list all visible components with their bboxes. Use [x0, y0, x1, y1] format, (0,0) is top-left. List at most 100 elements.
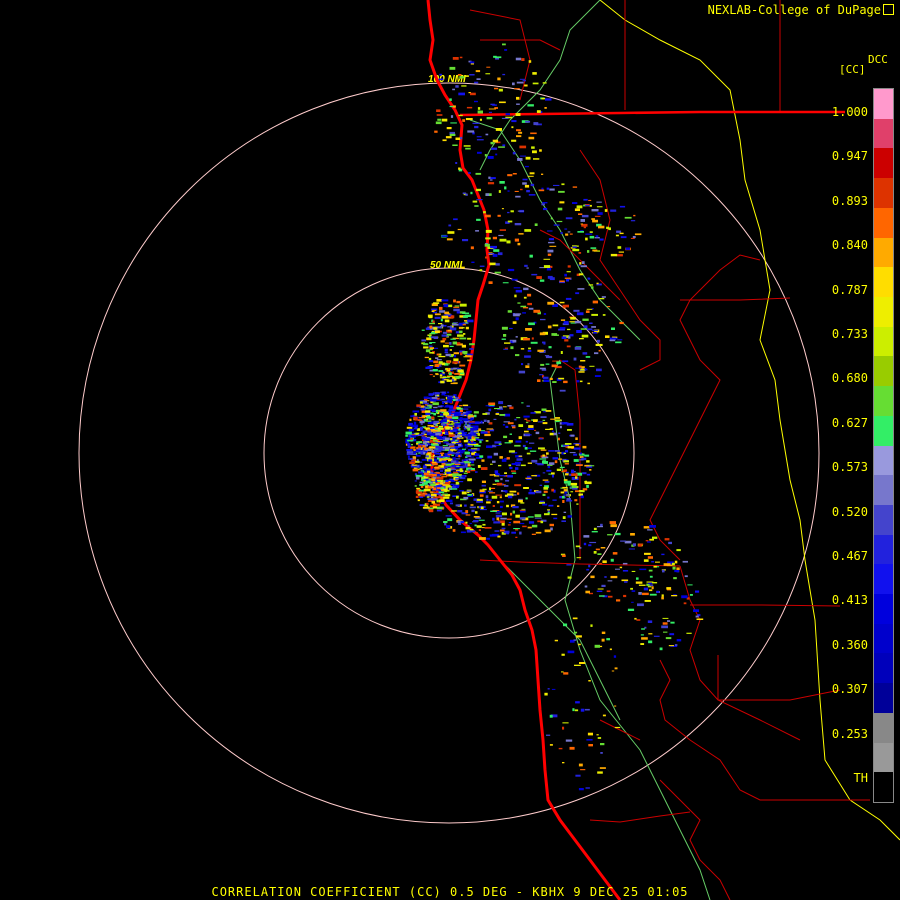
radar-echo-gate — [597, 588, 604, 590]
radar-echo-gate — [547, 253, 552, 256]
radar-echo-gate — [651, 561, 655, 563]
radar-echo-gate — [437, 457, 440, 460]
radar-echo-gate — [499, 496, 502, 499]
radar-echo-gate — [435, 409, 441, 412]
radar-echo-gate — [515, 317, 519, 321]
radar-echo-gate — [518, 499, 523, 503]
radar-echo-gate — [500, 500, 504, 503]
radar-echo-gate — [417, 499, 420, 502]
radar-echo-gate — [438, 361, 443, 364]
radar-echo-gate — [576, 503, 579, 505]
radar-echo-gate — [467, 478, 472, 482]
radar-echo-gate — [579, 662, 586, 664]
radar-echo-gate — [455, 485, 459, 488]
radar-echo-gate — [563, 489, 568, 492]
radar-echo-gate — [448, 395, 454, 398]
radar-echo-gate — [442, 445, 448, 447]
radar-echo-gate — [573, 639, 577, 641]
radar-echo-gate — [481, 480, 486, 483]
radar-echo-gate — [419, 484, 425, 486]
radar-echo-gate — [531, 337, 534, 340]
radar-echo-gate — [589, 541, 597, 544]
radar-echo-gate — [492, 254, 498, 257]
color-scale-swatch — [874, 296, 893, 328]
radar-echo-gate — [494, 271, 501, 274]
radar-echo-gate — [459, 76, 465, 79]
radar-echo-gate — [460, 409, 463, 412]
color-scale-swatch — [874, 653, 893, 684]
radar-echo-gate — [468, 458, 476, 461]
radar-echo-gate — [459, 372, 464, 374]
radar-echo-gate — [445, 428, 450, 430]
radar-echo-gate — [619, 205, 626, 208]
radar-echo-gate — [512, 151, 516, 155]
radar-echo-gate — [525, 120, 531, 123]
radar-echo-gate — [457, 450, 461, 453]
radar-echo-gate — [652, 582, 658, 584]
radar-echo-gate — [455, 162, 458, 164]
radar-echo-gate — [527, 104, 534, 107]
radar-echo-gate — [504, 485, 509, 487]
color-scale-swatch — [874, 237, 893, 268]
radar-echo-gate — [440, 423, 445, 426]
radar-echo-gate — [560, 351, 563, 354]
radar-echo-gate — [542, 472, 546, 474]
radar-echo-gate — [462, 459, 466, 462]
radar-echo-gate — [419, 434, 424, 436]
radar-echo-gate — [645, 540, 649, 542]
radar-echo-gate — [515, 336, 518, 338]
radar-echo-gate — [572, 708, 575, 712]
radar-echo-gate — [465, 527, 471, 530]
radar-echo-gate — [549, 245, 557, 247]
radar-echo-gate — [532, 72, 537, 75]
radar-echo-gate — [606, 590, 611, 593]
radar-echo-gate — [535, 531, 542, 534]
radar-echo-gate — [441, 118, 448, 122]
radar-echo-gate — [628, 548, 635, 550]
radar-echo-gate — [545, 363, 550, 365]
radar-echo-gate — [526, 452, 531, 455]
radar-echo-gate — [487, 156, 494, 159]
radar-echo-gate — [621, 579, 629, 582]
radar-echo-gate — [582, 318, 589, 321]
radar-echo-gate — [488, 281, 493, 284]
radar-echo-gate — [587, 278, 591, 280]
radar-echo-gate — [627, 608, 635, 611]
radar-echo-gate — [549, 377, 553, 380]
radar-echo-gate — [480, 431, 488, 434]
radar-echo-gate — [454, 373, 460, 375]
radar-echo-gate — [588, 544, 592, 547]
radar-echo-gate — [546, 187, 550, 190]
radar-echo-gate — [497, 252, 503, 256]
radar-echo-gate — [495, 128, 502, 131]
radar-echo-gate — [450, 475, 453, 478]
radar-echo-gate — [428, 509, 434, 513]
radar-echo-gate — [525, 497, 528, 500]
radar-echo-gate — [409, 418, 412, 421]
radar-echo-gate — [453, 352, 459, 355]
color-scale-tick-label: 0.733 — [831, 327, 868, 341]
radar-echo-gate — [418, 448, 422, 450]
radar-echo-gate — [589, 235, 595, 239]
radar-echo-gate — [615, 568, 620, 570]
radar-echo-gate — [496, 517, 500, 521]
radar-echo-gate — [527, 350, 532, 352]
color-scale-tick-label: 0.253 — [831, 726, 868, 741]
radar-echo-gate — [466, 455, 471, 458]
radar-echo-gate — [580, 223, 583, 225]
radar-echo-gate — [525, 156, 531, 160]
radar-echo-gate — [513, 287, 521, 289]
radar-echo-gate — [410, 444, 413, 446]
radar-echo-gate — [596, 339, 600, 343]
radar-echo-gate — [476, 498, 483, 501]
radar-echo-gate — [455, 442, 462, 444]
radar-echo-gate — [406, 449, 413, 451]
radar-echo-gate — [489, 474, 494, 476]
radar-echo-gate — [572, 186, 578, 188]
radar-echo-gate — [518, 233, 524, 235]
radar-echo-gate — [579, 262, 582, 265]
radar-echo-gate — [574, 320, 582, 324]
radar-echo-gate — [576, 312, 584, 316]
radar-echo-gate — [551, 364, 558, 368]
radar-echo-gate — [449, 419, 455, 421]
